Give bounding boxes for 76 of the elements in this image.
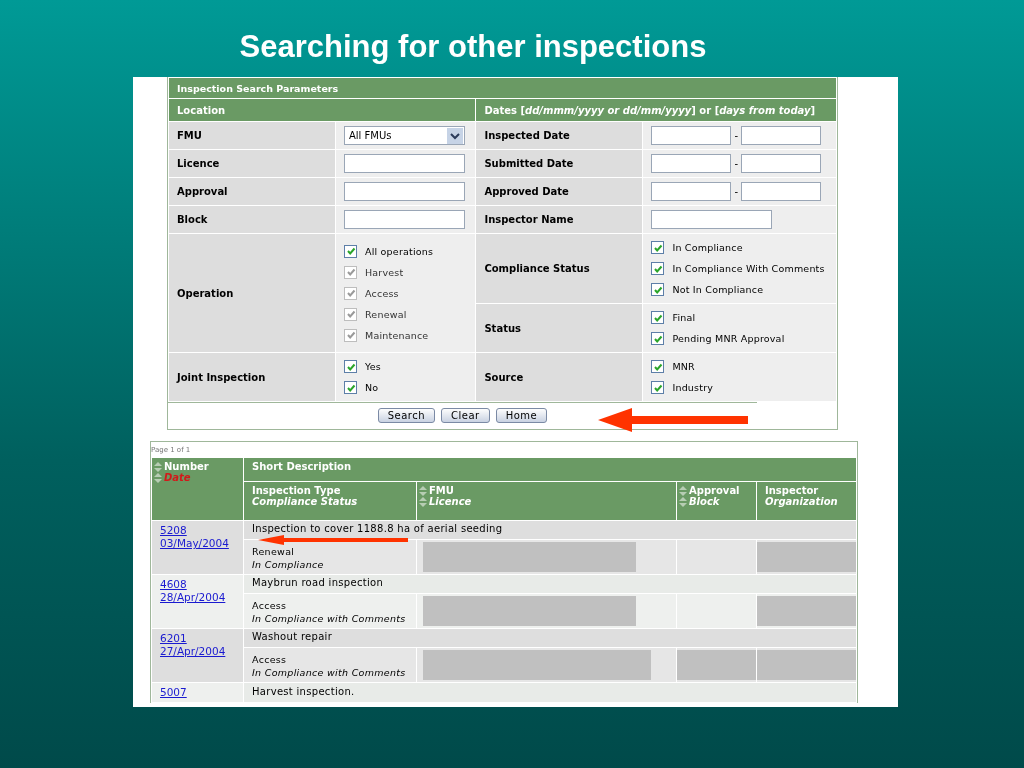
sort-icon[interactable] [154, 461, 162, 472]
checkbox-label: Pending MNR Approval [672, 333, 785, 344]
sort-icon[interactable] [679, 485, 687, 496]
checkbox[interactable] [651, 283, 665, 296]
checkbox-label: In Compliance With Comments [672, 263, 825, 274]
sort-icon[interactable] [154, 472, 162, 483]
date-from-field[interactable] [651, 182, 732, 201]
field-label: Status [475, 303, 643, 353]
text-field[interactable] [344, 154, 465, 173]
section-heading: Location [168, 98, 476, 122]
slide-title: Searching for other inspections [238, 28, 708, 66]
sort-icon[interactable] [679, 496, 687, 507]
field-label: Joint Inspection [168, 352, 336, 402]
sort-icon[interactable] [419, 485, 427, 496]
inspection-link[interactable]: 4608 [160, 578, 235, 591]
column-header: Inspector Organization [756, 481, 857, 521]
range-separator: - [734, 130, 738, 141]
field-label: Operation [168, 233, 336, 353]
sort-icon[interactable] [419, 496, 427, 507]
field-label: Inspector Name [475, 205, 643, 234]
form-button[interactable]: Home [495, 408, 548, 423]
checkbox-label: Industry [672, 382, 714, 393]
checkbox-label: In Compliance [672, 242, 743, 253]
field-label: Source [475, 352, 643, 402]
checkbox-label: Harvest [365, 266, 404, 278]
text-field[interactable] [344, 210, 465, 229]
checkbox-label: Not In Compliance [672, 284, 764, 295]
range-separator: - [734, 186, 738, 197]
field-label: Approved Date [475, 177, 643, 206]
section-heading: Dates [dd/mmm/yyyy or dd/mm/yyyy] or [days from today] [475, 98, 837, 122]
text-field[interactable] [344, 182, 465, 201]
form-button[interactable]: Search [377, 408, 436, 423]
date-link[interactable]: 28/Apr/2004 [160, 591, 235, 604]
field-label: Submitted Date [475, 149, 643, 178]
table-cell: Harvest inspection. [243, 682, 857, 703]
fmu-dropdown[interactable]: All FMUs [344, 126, 465, 145]
field-label: Approval [168, 177, 336, 206]
inspection-link[interactable]: 5208 [160, 524, 235, 537]
checkbox-label: Access [365, 287, 399, 299]
checkbox[interactable] [651, 241, 665, 254]
date-from-field[interactable] [651, 154, 732, 173]
date-to-field[interactable] [741, 126, 821, 145]
field-label: Inspected Date [475, 121, 643, 150]
table-cell: Access In Compliance with Comments [243, 647, 417, 683]
range-separator: - [734, 158, 738, 169]
checkbox[interactable] [651, 262, 665, 275]
checkbox-label: Renewal [365, 308, 407, 320]
field-label: Block [168, 205, 336, 234]
field-label: Compliance Status [475, 233, 643, 304]
checkbox-label: MNR [672, 361, 695, 372]
checkbox[interactable] [651, 311, 665, 324]
checkbox[interactable] [344, 381, 357, 394]
checkbox[interactable] [651, 360, 665, 373]
checkbox[interactable] [651, 332, 665, 345]
checkbox[interactable] [344, 244, 357, 258]
column-header: Inspection Type Compliance Status [243, 481, 417, 521]
field-label: FMU [168, 121, 336, 150]
form-button[interactable]: Clear [441, 408, 490, 423]
table-cell: Access In Compliance with Comments [243, 593, 417, 629]
checkbox-label: All operations [365, 245, 434, 257]
inspection-link[interactable]: 6201 [160, 632, 235, 645]
checkbox-label: No [365, 382, 379, 393]
checkbox-label: Final [672, 312, 696, 323]
form-heading: Inspection Search Parameters [168, 77, 837, 99]
date-link[interactable]: 03/May/2004 [160, 537, 235, 550]
checkbox-label: Yes [365, 361, 381, 372]
date-to-field[interactable] [741, 154, 821, 173]
column-header: Short Description [243, 457, 857, 482]
checkbox[interactable] [344, 360, 357, 373]
date-link[interactable]: 27/Apr/2004 [160, 645, 235, 658]
checkbox-label: Maintenance [365, 329, 429, 341]
date-from-field[interactable] [651, 126, 732, 145]
text-field[interactable] [651, 210, 773, 229]
date-to-field[interactable] [741, 182, 821, 201]
field-label: Licence [168, 149, 336, 178]
checkbox[interactable] [651, 381, 665, 394]
